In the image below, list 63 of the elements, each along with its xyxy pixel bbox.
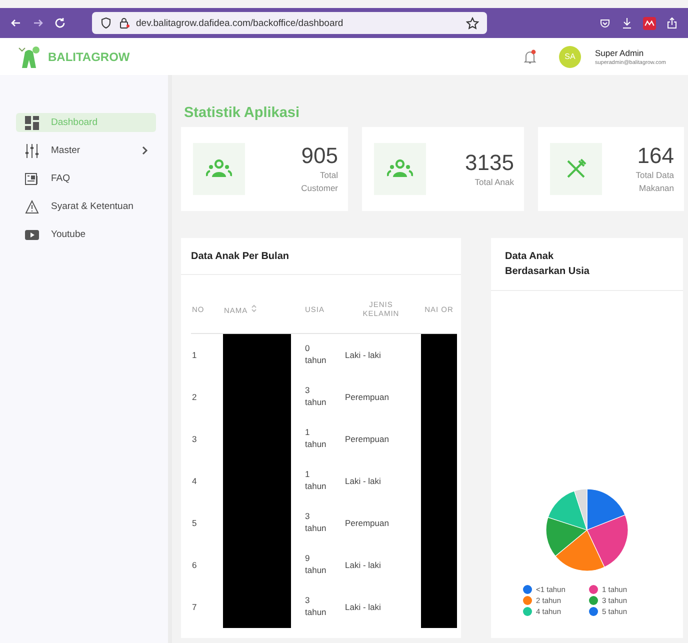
- sidebar-item[interactable]: Master: [16, 141, 156, 160]
- table-cell: 3: [191, 418, 223, 460]
- table-cell: 0 tahun: [291, 334, 341, 376]
- stat-label: Total Data Makanan: [634, 169, 674, 195]
- redaction-bar: [421, 586, 457, 628]
- extension-icon[interactable]: [643, 16, 656, 30]
- stat-label: Total Customer: [300, 169, 338, 195]
- table-cell: Laki - laki: [341, 334, 421, 376]
- stat-value: 164: [637, 143, 674, 170]
- bell-icon[interactable]: [522, 48, 537, 64]
- table-cell: 2: [191, 376, 223, 418]
- download-icon[interactable]: [621, 17, 633, 29]
- table-cell: 1 tahun: [291, 460, 341, 502]
- back-icon[interactable]: [10, 17, 22, 29]
- sidebar-item[interactable]: FAQ: [16, 169, 156, 188]
- redaction-bar: [223, 334, 291, 376]
- group-icon: [206, 159, 232, 179]
- table-cell: 4: [191, 460, 223, 502]
- table-cell: Laki - laki: [341, 544, 421, 586]
- card-title: Data Anak Berdasarkan Usia: [491, 238, 683, 291]
- table-cell: 9 tahun: [291, 544, 341, 586]
- table-cell: 1 tahun: [291, 418, 341, 460]
- pocket-icon[interactable]: [599, 17, 611, 29]
- card-title: Data Anak Per Bulan: [181, 238, 461, 275]
- shield-icon: [100, 17, 112, 29]
- logo-icon: [16, 44, 42, 70]
- table-cell: 3 tahun: [291, 376, 341, 418]
- table-cell: Laki - laki: [341, 586, 421, 628]
- brand-name: BALITAGROW: [48, 50, 130, 64]
- user-name: Super Admin: [594, 48, 645, 58]
- page-title: Statistik Aplikasi: [184, 105, 301, 121]
- table-cell: 5: [191, 502, 223, 544]
- url-text: dev.balitagrow.dafidea.com/backoffice/dashboard: [136, 18, 344, 28]
- sort-icon: [250, 304, 257, 312]
- table-cell: 6: [191, 544, 223, 586]
- video-play-icon: [25, 228, 39, 242]
- redaction-bar: [421, 334, 457, 376]
- dashboard-icon: [25, 116, 39, 130]
- table-cell: 3 tahun: [291, 586, 341, 628]
- lock-icon: [118, 17, 130, 29]
- address-bar[interactable]: dev.balitagrow.dafidea.com/backoffice/dashboard: [92, 12, 487, 34]
- utensils-icon: [565, 158, 587, 180]
- sidebar-item[interactable]: Youtube: [16, 225, 156, 244]
- group-icon: [387, 159, 413, 179]
- stat-label: Total Anak: [474, 176, 514, 188]
- newspaper-icon: [25, 172, 39, 186]
- table-cell: 7: [191, 586, 223, 628]
- table-cell: 1: [191, 334, 223, 376]
- table-cell: Perempuan: [341, 502, 421, 544]
- stat-value: 3135: [465, 150, 514, 176]
- table-cell: 3 tahun: [291, 502, 341, 544]
- table-cell: Perempuan: [341, 376, 421, 418]
- stat-value: 905: [301, 143, 338, 170]
- sliders-icon: [25, 144, 39, 158]
- table-cell: Perempuan: [341, 418, 421, 460]
- forward-icon[interactable]: [32, 17, 44, 29]
- reload-icon[interactable]: [54, 17, 66, 29]
- warning-icon: [25, 200, 39, 214]
- share-icon[interactable]: [666, 17, 678, 29]
- sidebar-item[interactable]: Syarat & Ketentuan: [16, 197, 156, 216]
- redaction-bar: [223, 586, 291, 628]
- star-icon[interactable]: [466, 16, 479, 30]
- table-cell: Laki - laki: [341, 460, 421, 502]
